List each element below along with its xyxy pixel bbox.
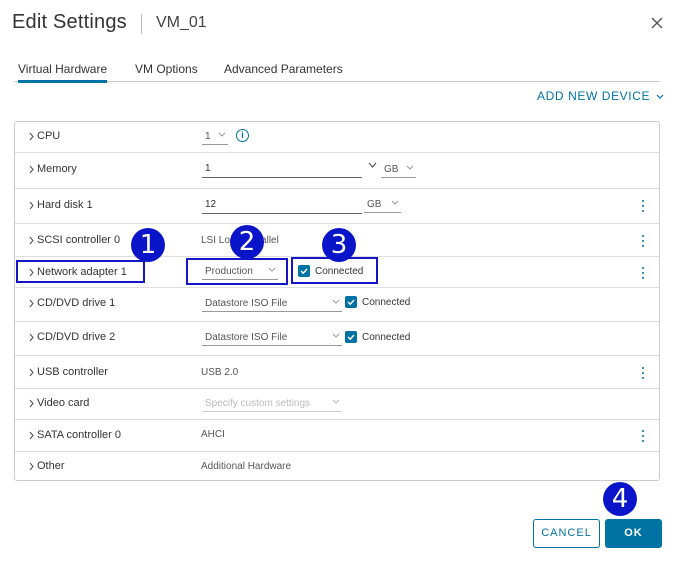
chevron-right-icon <box>29 201 34 209</box>
row-hard-disk-toggle[interactable]: Hard disk 1 <box>27 199 93 211</box>
cd-dvd-2-label: CD/DVD drive 2 <box>37 331 116 343</box>
video-card-select[interactable]: Specify custom settings <box>202 395 342 412</box>
hard-disk-unit: GB <box>367 199 382 210</box>
tab-vm-options[interactable]: VM Options <box>135 62 198 76</box>
chevron-right-icon <box>29 462 34 470</box>
dialog-title: Edit Settings <box>12 11 127 33</box>
cd-dvd-2-select[interactable]: Datastore ISO File <box>202 329 342 346</box>
cd-dvd-2-value: Datastore ISO File <box>205 332 288 343</box>
cd-dvd-1-value: Datastore ISO File <box>205 298 288 309</box>
cd-dvd-2-connected-label: Connected <box>362 332 411 343</box>
row-video-card-toggle[interactable]: Video card <box>27 397 89 409</box>
chevron-down-icon <box>332 333 340 338</box>
scsi-label: SCSI controller 0 <box>37 234 121 246</box>
sata-label: SATA controller 0 <box>37 429 121 441</box>
chevron-down-icon <box>332 399 340 404</box>
chevron-right-icon <box>29 132 34 140</box>
chevron-right-icon <box>29 431 34 439</box>
title-separator <box>141 14 142 34</box>
checkmark-icon <box>347 334 355 341</box>
callout-box-network-select <box>186 258 288 285</box>
row-cd-dvd-1: CD/DVD drive 1 Datastore ISO File Connec… <box>15 288 659 322</box>
cpu-label: CPU <box>37 130 61 142</box>
cpu-value: 1 <box>205 131 211 142</box>
chevron-down-icon <box>218 132 226 137</box>
row-hard-disk: Hard disk 1 12 GB <box>15 189 659 224</box>
add-new-device-button[interactable]: ADD NEW DEVICE <box>537 89 664 103</box>
chevron-right-icon <box>29 368 34 376</box>
callout-badge-1: 1 <box>131 228 165 262</box>
hard-disk-input[interactable]: 12 <box>202 196 362 214</box>
hard-disk-more-icon[interactable] <box>641 199 645 213</box>
add-new-device-label: ADD NEW DEVICE <box>537 89 651 103</box>
hardware-grid: CPU 1 i Memory 1 GB Hard disk 1 12 GB SC… <box>14 121 660 481</box>
tab-advanced-parameters[interactable]: Advanced Parameters <box>224 62 343 76</box>
cd-dvd-1-connected-label: Connected <box>362 297 411 308</box>
scsi-more-icon[interactable] <box>641 234 645 248</box>
chevron-right-icon <box>29 165 34 173</box>
row-cd-dvd-1-toggle[interactable]: CD/DVD drive 1 <box>27 297 115 309</box>
row-video-card: Video card Specify custom settings <box>15 389 659 420</box>
video-card-placeholder: Specify custom settings <box>205 398 311 409</box>
tab-bar: Virtual Hardware VM Options Advanced Par… <box>14 60 660 83</box>
memory-label: Memory <box>37 163 77 175</box>
close-icon[interactable] <box>648 14 666 32</box>
other-label: Other <box>37 460 65 472</box>
row-sata: SATA controller 0 AHCI <box>15 420 659 452</box>
cd-dvd-1-connected-checkbox[interactable] <box>345 296 357 308</box>
info-icon[interactable]: i <box>236 129 249 142</box>
vm-name: VM_01 <box>156 14 207 31</box>
tab-virtual-hardware[interactable]: Virtual Hardware <box>18 62 108 83</box>
chevron-down-icon[interactable] <box>368 162 377 169</box>
chevron-right-icon <box>29 236 34 244</box>
chevron-right-icon <box>29 299 34 307</box>
chevron-down-icon <box>656 94 664 99</box>
usb-value: USB 2.0 <box>201 367 239 378</box>
row-other-toggle[interactable]: Other <box>27 460 65 472</box>
row-memory: Memory 1 GB <box>15 153 659 189</box>
callout-badge-2: 2 <box>230 225 264 259</box>
chevron-right-icon <box>29 399 34 407</box>
sata-more-icon[interactable] <box>641 429 645 443</box>
sata-value: AHCI <box>201 429 225 440</box>
row-other: Other Additional Hardware <box>15 452 659 480</box>
memory-unit-select[interactable]: GB <box>381 161 416 178</box>
hard-disk-label: Hard disk 1 <box>37 199 93 211</box>
cancel-button[interactable]: CANCEL <box>533 519 600 548</box>
row-sata-toggle[interactable]: SATA controller 0 <box>27 429 121 441</box>
row-memory-toggle[interactable]: Memory <box>27 163 77 175</box>
chevron-right-icon <box>29 333 34 341</box>
memory-input[interactable]: 1 <box>202 160 362 178</box>
cd-dvd-1-label: CD/DVD drive 1 <box>37 297 116 309</box>
row-scsi-toggle[interactable]: SCSI controller 0 <box>27 234 120 246</box>
row-cpu: CPU 1 i <box>15 122 659 153</box>
ok-button[interactable]: OK <box>605 519 662 548</box>
row-usb: USB controller USB 2.0 <box>15 356 659 389</box>
cpu-select[interactable]: 1 <box>202 128 228 145</box>
memory-unit: GB <box>384 164 399 175</box>
other-value: Additional Hardware <box>201 461 292 472</box>
callout-badge-3: 3 <box>322 228 356 262</box>
usb-label: USB controller <box>37 366 108 378</box>
chevron-down-icon <box>391 200 399 205</box>
row-cpu-toggle[interactable]: CPU <box>27 130 60 142</box>
cd-dvd-2-connected-checkbox[interactable] <box>345 331 357 343</box>
chevron-down-icon <box>332 299 340 304</box>
cd-dvd-1-select[interactable]: Datastore ISO File <box>202 295 342 312</box>
row-cd-dvd-2-toggle[interactable]: CD/DVD drive 2 <box>27 331 115 343</box>
chevron-down-icon <box>406 165 414 170</box>
row-cd-dvd-2: CD/DVD drive 2 Datastore ISO File Connec… <box>15 322 659 356</box>
hard-disk-unit-select[interactable]: GB <box>364 196 401 213</box>
callout-badge-4: 4 <box>603 482 637 516</box>
network-more-icon[interactable] <box>641 266 645 280</box>
video-card-label: Video card <box>37 397 90 409</box>
row-usb-toggle[interactable]: USB controller <box>27 366 108 378</box>
checkmark-icon <box>347 299 355 306</box>
callout-box-network-adapter <box>16 260 145 283</box>
usb-more-icon[interactable] <box>641 366 645 380</box>
